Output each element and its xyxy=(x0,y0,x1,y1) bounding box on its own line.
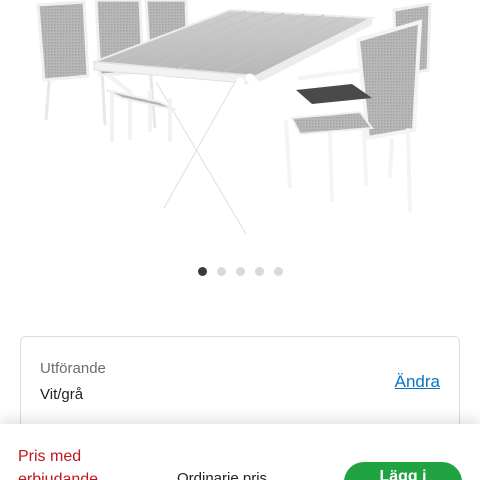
change-variant-link[interactable]: Ändra xyxy=(395,372,440,392)
promo-line-1: Pris med xyxy=(18,448,82,465)
add-to-cart-label: Lägg i xyxy=(379,468,427,480)
ordinary-price-label: Ordinarie pris xyxy=(177,470,268,480)
variant-label: Utförande xyxy=(40,360,106,377)
carousel-dot-5[interactable] xyxy=(273,267,283,276)
promo-line-2: erbjudande xyxy=(18,471,99,480)
carousel-indicator xyxy=(0,267,480,276)
carousel-dot-1[interactable] xyxy=(197,267,207,276)
carousel-dot-2[interactable] xyxy=(216,267,226,276)
carousel-dot-3[interactable] xyxy=(235,267,245,276)
product-image[interactable] xyxy=(0,0,480,250)
variant-value: Vit/grå xyxy=(40,386,84,403)
promo-price-label: Pris med erbjudande xyxy=(18,445,138,480)
variant-selector[interactable]: Utförande Vit/grå Ändra xyxy=(20,336,460,436)
carousel-dot-4[interactable] xyxy=(254,267,264,276)
add-to-cart-button[interactable]: Lägg i xyxy=(344,462,462,480)
price-bar: Pris med erbjudande Ordinarie pris Lägg … xyxy=(0,424,480,480)
